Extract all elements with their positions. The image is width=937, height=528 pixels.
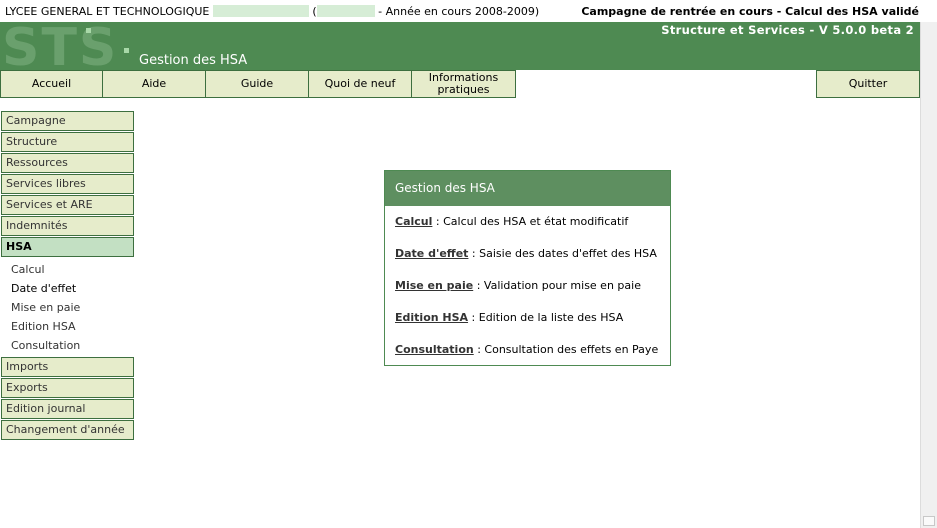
- submenu-consultation[interactable]: Consultation: [1, 336, 134, 355]
- school-info: LYCEE GENERAL ET TECHNOLOGIQUE ( - Année…: [5, 5, 539, 18]
- main-menu: Accueil Aide Guide Quoi de neuf Informat…: [0, 70, 920, 98]
- menu-aide[interactable]: Aide: [102, 70, 206, 98]
- desc-calcul: : Calcul des HSA et état modificatif: [432, 215, 629, 228]
- logo-dot: [124, 48, 129, 53]
- menu-guide[interactable]: Guide: [205, 70, 309, 98]
- sidebar-item-structure[interactable]: Structure: [1, 132, 134, 152]
- app-title: Gestion des HSA: [139, 53, 248, 68]
- redacted-school-code: [316, 5, 375, 17]
- menu-quoi-de-neuf[interactable]: Quoi de neuf: [308, 70, 412, 98]
- desc-consultation: : Consultation des effets en Paye: [473, 343, 659, 356]
- sidebar-item-ressources[interactable]: Ressources: [1, 153, 134, 173]
- panel-row: Consultation : Consultation des effets e…: [395, 343, 670, 375]
- redacted-school-name: [212, 5, 309, 17]
- link-mise-en-paie[interactable]: Mise en paie: [395, 279, 473, 292]
- panel-title: Gestion des HSA: [385, 171, 670, 206]
- menu-informations-pratiques[interactable]: Informations pratiques: [411, 70, 516, 98]
- sidebar-item-services-libres[interactable]: Services libres: [1, 174, 134, 194]
- sidebar-item-changement-annee[interactable]: Changement d'année: [1, 420, 134, 440]
- sidebar-item-edition-journal[interactable]: Edition journal: [1, 399, 134, 419]
- quit-button[interactable]: Quitter: [816, 70, 920, 98]
- top-info-bar: LYCEE GENERAL ET TECHNOLOGIQUE ( - Année…: [0, 0, 937, 22]
- desc-mise-en-paie: : Validation pour mise en paie: [473, 279, 641, 292]
- sts-logo: STS: [0, 22, 134, 70]
- hsa-submenu: Calcul Date d'effet Mise en paie Edition…: [1, 258, 134, 357]
- submenu-date-effet[interactable]: Date d'effet: [1, 279, 134, 298]
- hsa-panel: Gestion des HSA Calcul : Calcul des HSA …: [384, 170, 671, 366]
- submenu-mise-en-paie[interactable]: Mise en paie: [1, 298, 134, 317]
- submenu-edition-hsa[interactable]: Edition HSA: [1, 317, 134, 336]
- sidebar-item-exports[interactable]: Exports: [1, 378, 134, 398]
- panel-row: Edition HSA : Edition de la liste des HS…: [395, 311, 670, 343]
- sidebar-item-indemnites[interactable]: Indemnités: [1, 216, 134, 236]
- school-name: LYCEE GENERAL ET TECHNOLOGIQUE: [5, 5, 210, 18]
- link-date-effet[interactable]: Date d'effet: [395, 247, 468, 260]
- app-version: Structure et Services - V 5.0.0 beta 2: [661, 23, 914, 37]
- sidebar-item-hsa[interactable]: HSA: [1, 237, 134, 257]
- panel-row: Date d'effet : Saisie des dates d'effet …: [395, 247, 670, 279]
- menu-accueil[interactable]: Accueil: [0, 70, 103, 98]
- link-calcul[interactable]: Calcul: [395, 215, 432, 228]
- vertical-scrollbar[interactable]: [920, 22, 937, 528]
- panel-row: Calcul : Calcul des HSA et état modifica…: [395, 215, 670, 247]
- sidebar-item-imports[interactable]: Imports: [1, 357, 134, 377]
- app-header: STS Gestion des HSA Structure et Service…: [0, 22, 920, 70]
- campaign-status: Campagne de rentrée en cours - Calcul de…: [581, 5, 919, 18]
- sidebar-nav: Campagne Structure Ressources Services l…: [1, 111, 134, 441]
- desc-edition-hsa: : Edition de la liste des HSA: [468, 311, 624, 324]
- link-consultation[interactable]: Consultation: [395, 343, 474, 356]
- logo-dot: [86, 28, 91, 33]
- logo-text: STS: [2, 22, 119, 70]
- link-edition-hsa[interactable]: Edition HSA: [395, 311, 468, 324]
- sidebar-item-campagne[interactable]: Campagne: [1, 111, 134, 131]
- sidebar-item-services-et-are[interactable]: Services et ARE: [1, 195, 134, 215]
- panel-row: Mise en paie : Validation pour mise en p…: [395, 279, 670, 311]
- desc-date-effet: : Saisie des dates d'effet des HSA: [468, 247, 657, 260]
- scroll-down-arrow-icon[interactable]: [923, 516, 935, 526]
- submenu-calcul[interactable]: Calcul: [1, 260, 134, 279]
- current-year: - Année en cours 2008-2009): [378, 5, 540, 18]
- panel-links: Calcul : Calcul des HSA et état modifica…: [385, 206, 670, 375]
